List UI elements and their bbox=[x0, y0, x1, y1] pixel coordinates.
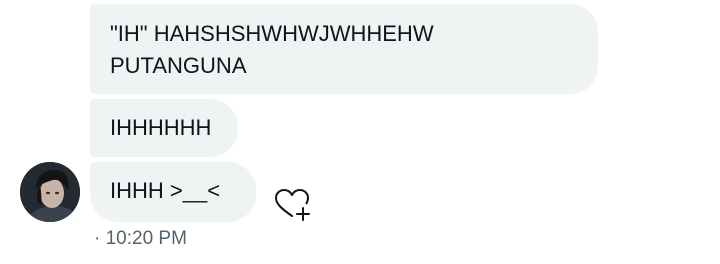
message-bubble[interactable]: IHHH >__< bbox=[90, 162, 256, 222]
message-bubble[interactable]: "IH" HAHSHSHWHWJWHHEHW PUTANGUNA bbox=[90, 4, 598, 94]
user-avatar-icon bbox=[20, 162, 80, 222]
dm-conversation: "IH" HAHSHSHWHWJWHHEHW PUTANGUNA IHHHHHH… bbox=[0, 0, 720, 264]
message-timestamp: · 10:20 PM bbox=[94, 228, 187, 249]
add-reaction-button[interactable] bbox=[272, 186, 312, 222]
message-bubble[interactable]: IHHHHHH bbox=[90, 99, 238, 157]
heart-plus-icon bbox=[275, 189, 310, 221]
sender-avatar[interactable] bbox=[20, 162, 80, 222]
